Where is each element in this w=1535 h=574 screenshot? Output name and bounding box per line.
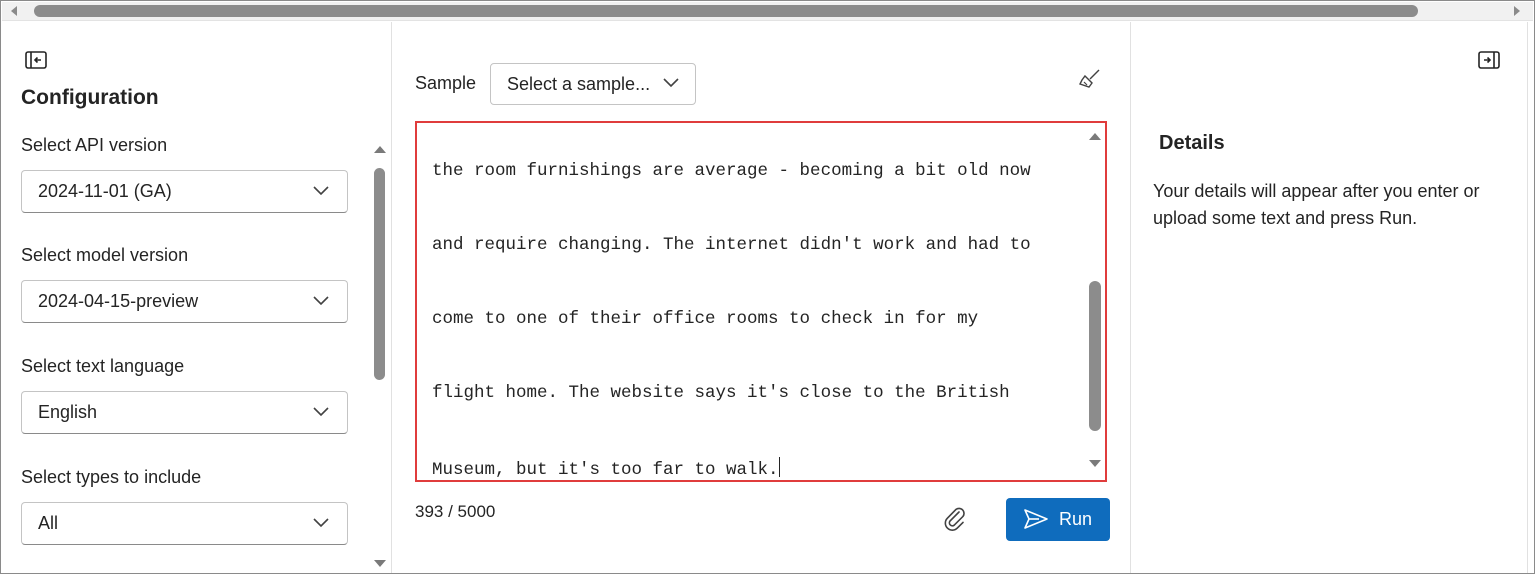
scroll-left-arrow-icon[interactable]	[11, 6, 17, 16]
details-panel: Details Your details will appear after y…	[1132, 22, 1528, 573]
text-language-value: English	[38, 402, 98, 422]
text-line-last: Museum, but it's too far to walk.	[432, 457, 780, 480]
chevron-down-icon	[313, 186, 329, 196]
chevron-down-icon	[313, 407, 329, 417]
types-select[interactable]: All	[21, 502, 348, 545]
run-button-label: Run	[1059, 509, 1093, 529]
text-line: come to one of their office rooms to che…	[432, 309, 979, 329]
sample-label: Sample	[415, 73, 477, 93]
model-version-label: Select model version	[21, 245, 189, 265]
api-version-select[interactable]: 2024-11-01 (GA)	[21, 170, 348, 213]
details-title: Details	[1159, 132, 1225, 154]
configuration-scroll-thumb[interactable]	[374, 168, 385, 380]
configuration-title: Configuration	[21, 86, 159, 109]
collapse-left-panel-icon[interactable]	[25, 51, 47, 69]
run-button[interactable]: Run	[1006, 498, 1110, 541]
horizontal-scrollbar[interactable]	[2, 2, 1533, 21]
scroll-right-arrow-icon[interactable]	[1514, 6, 1520, 16]
scroll-down-arrow-icon[interactable]	[374, 560, 386, 567]
scroll-up-arrow-icon[interactable]	[374, 146, 386, 153]
app-frame: Configuration Select API version 2024-11…	[0, 0, 1535, 574]
api-version-value: 2024-11-01 (GA)	[38, 181, 172, 201]
horizontal-scroll-thumb[interactable]	[34, 5, 1418, 17]
text-input-scroll-thumb[interactable]	[1089, 281, 1101, 431]
sample-select[interactable]: Select a sample...	[490, 63, 696, 105]
configuration-scrollbar[interactable]	[371, 142, 387, 567]
details-message: Your details will appear after you enter…	[1153, 181, 1480, 228]
send-icon	[1024, 509, 1048, 529]
text-line: the room furnishings are average - becom…	[432, 161, 1031, 181]
api-version-label: Select API version	[21, 135, 168, 155]
text-language-select[interactable]: English	[21, 391, 348, 434]
text-language-label: Select text language	[21, 356, 185, 376]
text-input-area[interactable]: the room furnishings are average - becom…	[415, 121, 1107, 482]
model-version-value: 2024-04-15-preview	[38, 291, 199, 311]
collapse-right-panel-icon[interactable]	[1478, 51, 1500, 69]
configuration-panel: Configuration Select API version 2024-11…	[2, 22, 392, 573]
text-caret	[778, 457, 780, 477]
scroll-down-arrow-icon[interactable]	[1089, 460, 1101, 467]
chevron-down-icon	[663, 78, 679, 88]
text-line: Museum, but it's too far to walk.	[432, 460, 779, 480]
text-input-scrollbar[interactable]	[1087, 131, 1103, 467]
character-counter: 393 / 5000	[415, 502, 496, 521]
types-value: All	[38, 513, 59, 533]
sample-select-value: Select a sample...	[507, 74, 651, 94]
text-line: flight home. The website says it's close…	[432, 383, 1010, 403]
clear-broom-icon[interactable]	[1076, 67, 1102, 93]
chevron-down-icon	[313, 518, 329, 528]
model-version-select[interactable]: 2024-04-15-preview	[21, 280, 348, 323]
attach-file-icon[interactable]	[941, 505, 969, 533]
text-line: and require changing. The internet didn'…	[432, 235, 1031, 255]
editor-panel: Sample Select a sample... the room furni…	[393, 22, 1131, 573]
types-label: Select types to include	[21, 467, 202, 487]
chevron-down-icon	[313, 296, 329, 306]
scroll-up-arrow-icon[interactable]	[1089, 133, 1101, 140]
